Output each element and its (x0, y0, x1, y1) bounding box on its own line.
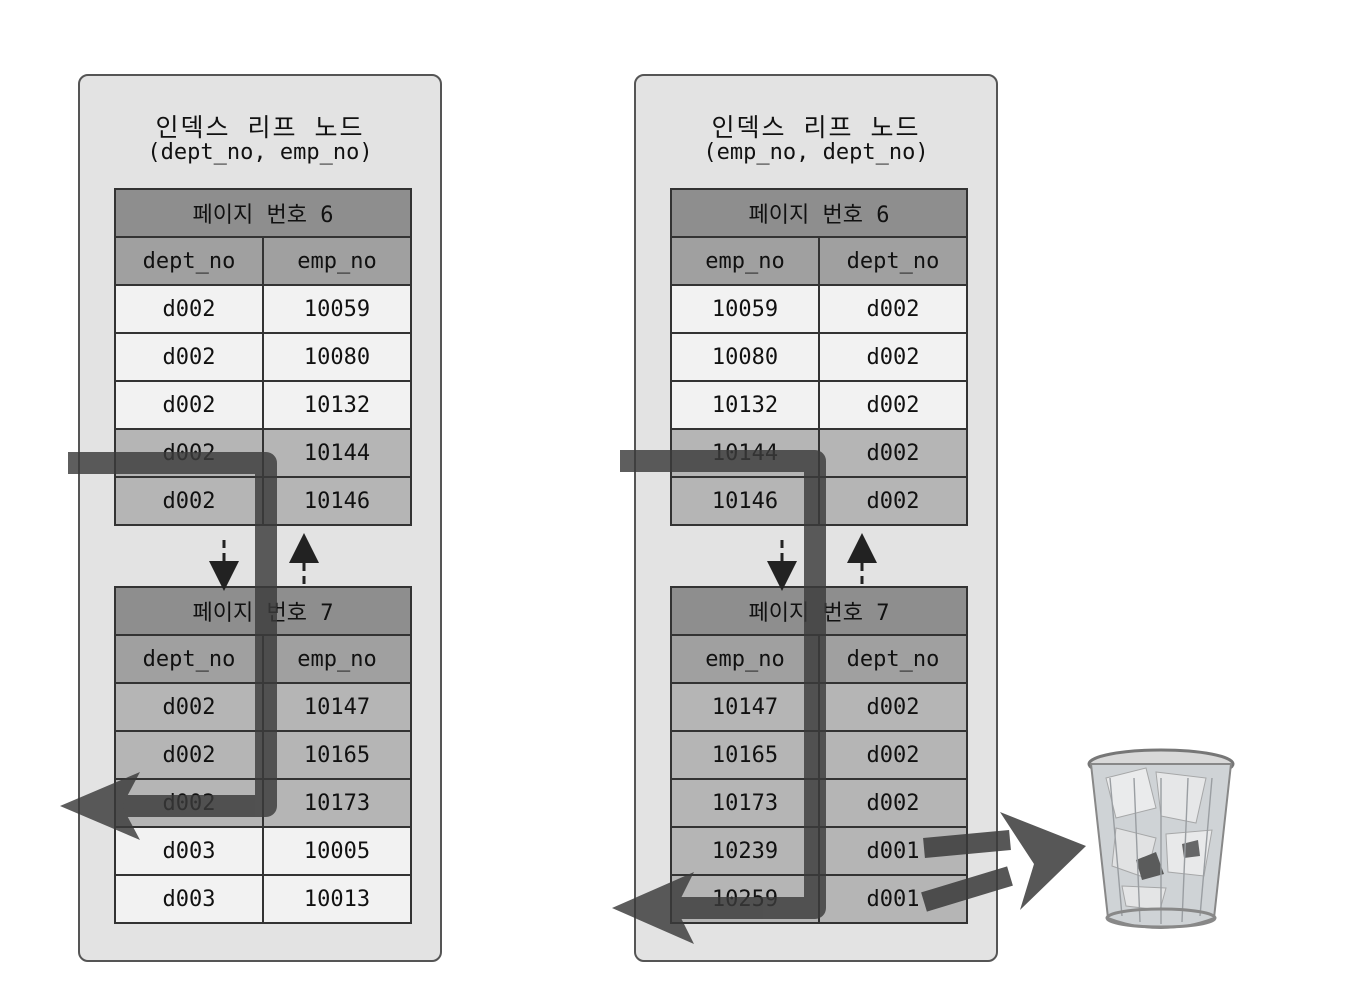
trash-bin-icon (1087, 748, 1235, 929)
scan-path-arrow-icon (60, 452, 277, 840)
scan-path-arrow-icon (612, 450, 826, 944)
discard-arrow-icon (921, 812, 1086, 912)
